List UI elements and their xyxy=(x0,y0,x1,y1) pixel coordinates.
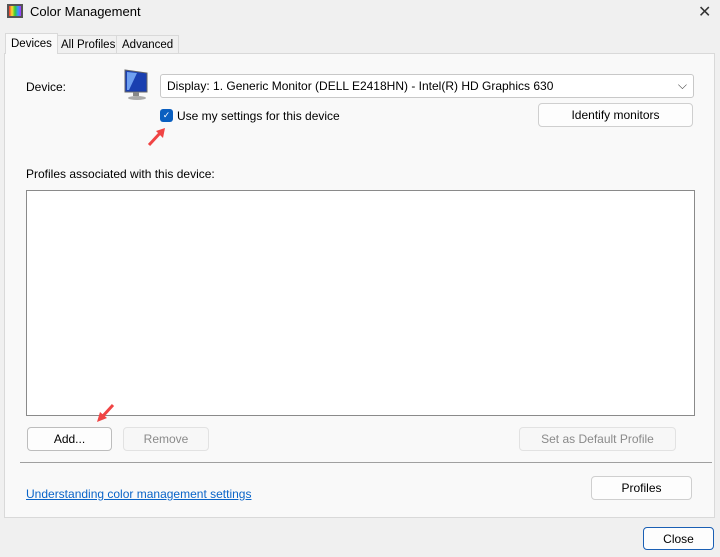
add-button[interactable]: Add... xyxy=(27,427,112,451)
arrow-annotation-icon xyxy=(95,402,117,427)
divider xyxy=(20,462,712,463)
tab-advanced[interactable]: Advanced xyxy=(116,35,180,54)
tab-all-profiles[interactable]: All Profiles xyxy=(55,35,122,54)
device-dropdown-value: Display: 1. Generic Monitor (DELL E2418H… xyxy=(167,79,554,93)
profiles-list[interactable] xyxy=(26,190,695,416)
understanding-color-management-link[interactable]: Understanding color management settings xyxy=(26,487,251,501)
window-title: Color Management xyxy=(30,4,141,19)
monitor-icon xyxy=(123,68,151,100)
app-icon xyxy=(7,4,23,18)
identify-monitors-button[interactable]: Identify monitors xyxy=(538,103,693,127)
device-label: Device: xyxy=(26,80,67,94)
close-icon[interactable]: ✕ xyxy=(698,2,711,22)
profiles-label: Profiles associated with this device: xyxy=(26,167,215,181)
close-button[interactable]: Close xyxy=(643,527,714,550)
profiles-button[interactable]: Profiles xyxy=(591,476,692,500)
use-my-settings-label[interactable]: Use my settings for this device xyxy=(177,109,340,123)
remove-button[interactable]: Remove xyxy=(123,427,209,451)
device-dropdown[interactable]: Display: 1. Generic Monitor (DELL E2418H… xyxy=(160,74,694,98)
arrow-annotation-icon xyxy=(146,126,168,151)
tab-devices[interactable]: Devices xyxy=(5,33,58,54)
chevron-down-icon: ⌵ xyxy=(677,78,687,92)
set-default-profile-button[interactable]: Set as Default Profile xyxy=(519,427,676,451)
use-my-settings-checkbox[interactable]: ✓ xyxy=(160,109,173,122)
